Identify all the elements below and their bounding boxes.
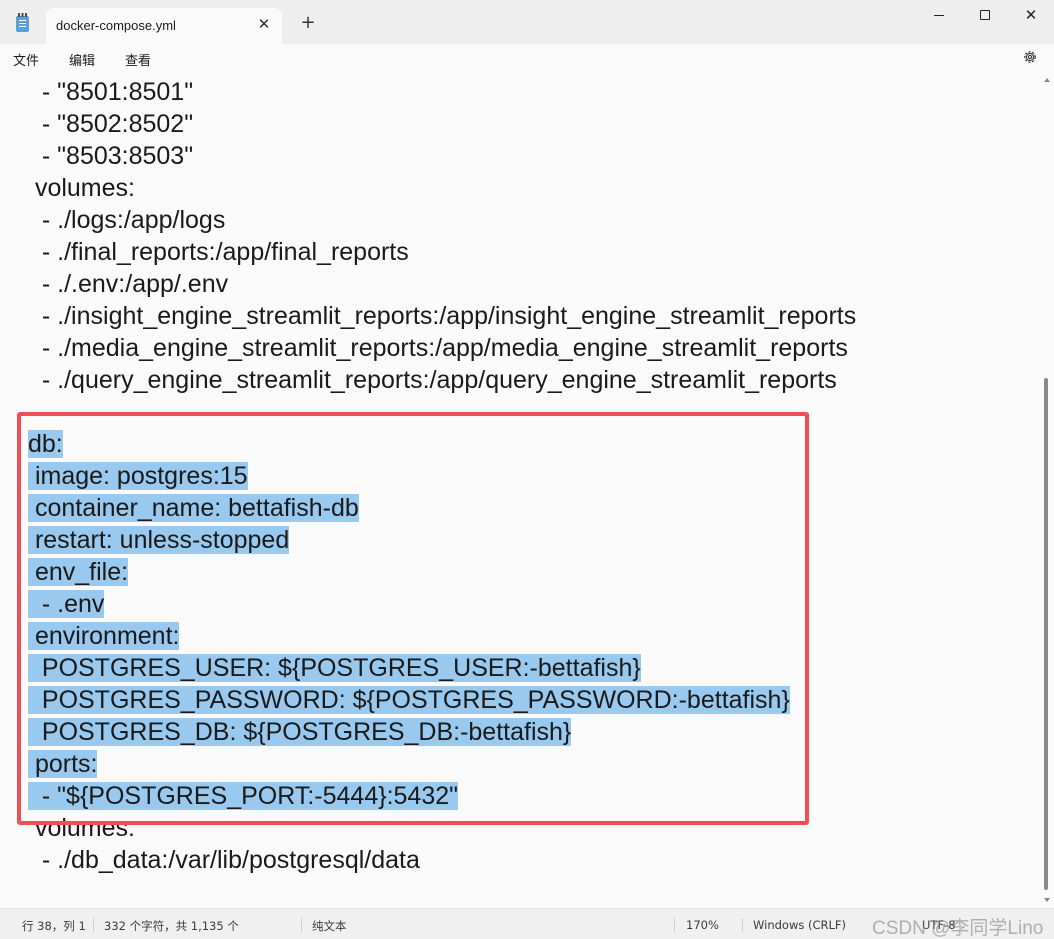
status-divider xyxy=(301,918,302,932)
code-line[interactable]: POSTGRES_DB: ${POSTGRES_DB:-bettafish} xyxy=(28,716,856,748)
code-line[interactable]: - ./final_reports:/app/final_reports xyxy=(28,236,856,268)
menu-bar: 文件 编辑 查看 xyxy=(0,44,1054,72)
status-zoom[interactable]: 170% xyxy=(686,918,719,932)
maximize-button[interactable] xyxy=(962,0,1008,30)
code-line[interactable]: - "8503:8503" xyxy=(28,140,856,172)
code-line[interactable]: image: postgres:15 xyxy=(28,460,856,492)
new-tab-button[interactable]: + xyxy=(298,13,318,33)
code-line-text: - ./logs:/app/logs xyxy=(28,206,226,234)
code-line[interactable]: - ./db_data:/var/lib/postgresql/data xyxy=(28,844,856,876)
code-line-text: ports: xyxy=(28,750,98,778)
menu-file[interactable]: 文件 xyxy=(13,50,39,69)
status-divider xyxy=(674,918,675,932)
scroll-up-arrow-icon[interactable] xyxy=(1044,78,1050,82)
code-line-text: - ./media_engine_streamlit_reports:/app/… xyxy=(28,334,848,362)
code-line-text: volumes: xyxy=(28,174,135,202)
status-divider xyxy=(93,918,94,932)
code-line-text: POSTGRES_PASSWORD: ${POSTGRES_PASSWORD:-… xyxy=(28,686,790,714)
status-format[interactable]: 纯文本 xyxy=(312,918,347,934)
code-line-text: - ./db_data:/var/lib/postgresql/data xyxy=(28,846,420,874)
code-line[interactable]: env_file: xyxy=(28,556,856,588)
tab-title: docker-compose.yml xyxy=(56,18,176,33)
title-bar: docker-compose.yml ✕ + ✕ xyxy=(0,0,1054,44)
code-line-text: - "${POSTGRES_PORT:-5444}:5432" xyxy=(28,782,459,810)
code-line[interactable]: - ./insight_engine_streamlit_reports:/ap… xyxy=(28,300,856,332)
code-line[interactable]: - ./logs:/app/logs xyxy=(28,204,856,236)
code-line-text: image: postgres:15 xyxy=(28,462,248,490)
code-line-text: POSTGRES_DB: ${POSTGRES_DB:-bettafish} xyxy=(28,718,572,746)
tab-close-icon[interactable]: ✕ xyxy=(256,16,272,32)
code-line[interactable]: POSTGRES_USER: ${POSTGRES_USER:-bettafis… xyxy=(28,652,856,684)
scrollbar-thumb[interactable] xyxy=(1044,378,1048,890)
code-line-text: volumes: xyxy=(28,814,135,842)
minimize-button[interactable] xyxy=(916,0,962,30)
minimize-icon xyxy=(934,14,944,16)
code-line-text: environment: xyxy=(28,622,180,650)
maximize-icon xyxy=(980,10,990,20)
close-icon: ✕ xyxy=(1024,6,1038,24)
code-line[interactable]: - "8502:8502" xyxy=(28,108,856,140)
status-bar: 行 38，列 1 332 个字符，共 1,135 个 纯文本 170% Wind… xyxy=(0,908,1054,939)
csdn-watermark: CSDN @李同学Lino xyxy=(872,918,1044,939)
code-line-text: - "8503:8503" xyxy=(28,142,194,170)
code-line[interactable]: POSTGRES_PASSWORD: ${POSTGRES_PASSWORD:-… xyxy=(28,684,856,716)
gear-icon[interactable] xyxy=(1022,49,1038,65)
code-line-text: - ./final_reports:/app/final_reports xyxy=(28,238,409,266)
code-line[interactable]: - .env xyxy=(28,588,856,620)
editor-content[interactable]: - "8501:8501" - "8502:8502" - "8503:8503… xyxy=(28,76,856,876)
code-line[interactable]: - "${POSTGRES_PORT:-5444}:5432" xyxy=(28,780,856,812)
code-line[interactable]: - ./.env:/app/.env xyxy=(28,268,856,300)
code-line[interactable]: - ./media_engine_streamlit_reports:/app/… xyxy=(28,332,856,364)
code-line[interactable]: - "8501:8501" xyxy=(28,76,856,108)
code-line[interactable]: - ./query_engine_streamlit_reports:/app/… xyxy=(28,364,856,396)
code-line-text: - "8501:8501" xyxy=(28,78,194,106)
code-line-text: - ./.env:/app/.env xyxy=(28,270,229,298)
close-button[interactable]: ✕ xyxy=(1008,0,1054,30)
notepad-icon xyxy=(16,13,29,32)
tab-docker-compose[interactable]: docker-compose.yml ✕ xyxy=(46,8,282,44)
code-line-text: container_name: bettafish-db xyxy=(28,494,359,522)
code-line-text: env_file: xyxy=(28,558,129,586)
status-char-count: 332 个字符，共 1,135 个 xyxy=(104,919,239,933)
scroll-down-arrow-icon[interactable] xyxy=(1044,898,1050,902)
text-editor[interactable]: - "8501:8501" - "8502:8502" - "8503:8503… xyxy=(0,72,1054,908)
code-line-text: - ./insight_engine_streamlit_reports:/ap… xyxy=(28,302,857,330)
code-line-text: - .env xyxy=(28,590,105,618)
code-line[interactable]: db: xyxy=(28,428,856,460)
code-line[interactable]: volumes: xyxy=(28,172,856,204)
code-line[interactable]: container_name: bettafish-db xyxy=(28,492,856,524)
code-line-text: - ./query_engine_streamlit_reports:/app/… xyxy=(28,366,837,394)
menu-view[interactable]: 查看 xyxy=(125,50,151,69)
code-line-text: - "8502:8502" xyxy=(28,110,194,138)
code-line-text: restart: unless-stopped xyxy=(28,526,290,554)
code-line-text: POSTGRES_USER: ${POSTGRES_USER:-bettafis… xyxy=(28,654,641,682)
code-line[interactable]: restart: unless-stopped xyxy=(28,524,856,556)
status-divider xyxy=(742,918,743,932)
code-line[interactable]: ports: xyxy=(28,748,856,780)
menu-edit[interactable]: 编辑 xyxy=(69,50,95,69)
status-line-ending[interactable]: Windows (CRLF) xyxy=(753,918,846,932)
code-line[interactable] xyxy=(28,396,856,428)
code-line-text: db: xyxy=(28,430,63,458)
code-line[interactable]: volumes: xyxy=(28,812,856,844)
status-cursor-position[interactable]: 行 38，列 1 xyxy=(22,918,86,934)
code-line[interactable]: environment: xyxy=(28,620,856,652)
